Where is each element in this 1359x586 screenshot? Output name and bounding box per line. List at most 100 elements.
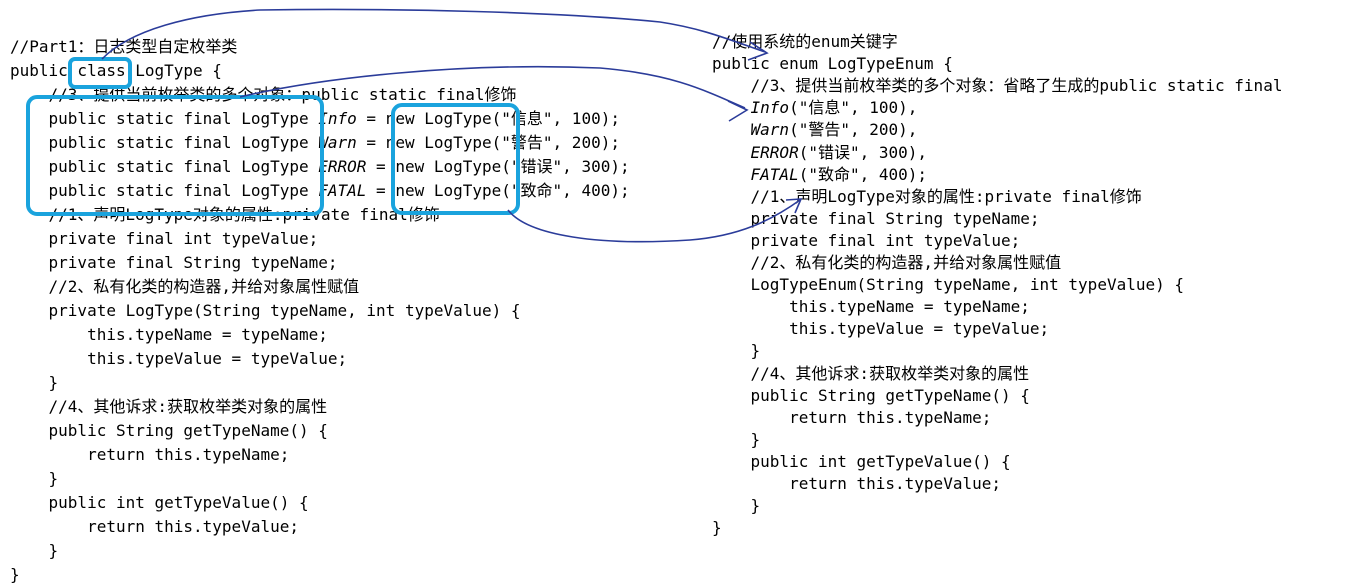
left-code-line: //1、声明LogType对象的属性:private final修饰	[10, 204, 440, 226]
left-code-line: public String getTypeName() {	[10, 420, 328, 442]
right-code-line: }	[712, 340, 761, 362]
code-text: ("警告", 200),	[789, 120, 918, 140]
left-code-line: private LogType(String typeName, int typ…	[10, 300, 521, 322]
right-code-line: //3、提供当前枚举类的多个对象：省略了生成的public static fin…	[712, 75, 1283, 97]
right-code-line: private final String typeName;	[712, 208, 1040, 230]
code-text: = new LogType("错误", 300);	[366, 157, 630, 176]
code-text: this.typeValue = typeValue;	[10, 349, 348, 368]
code-text: }	[10, 565, 20, 584]
code-text: //1、声明LogType对象的属性:private final修饰	[10, 205, 440, 224]
code-text: public static final LogType	[10, 133, 319, 152]
left-code-line: //3、提供当前枚举类的多个对象：public static final修饰	[10, 84, 517, 106]
constant-name: FATAL	[318, 181, 367, 200]
right-code-line: public int getTypeValue() {	[712, 451, 1011, 473]
code-text: return this.typeValue;	[712, 474, 1001, 493]
code-text: = new LogType("警告", 200);	[356, 133, 620, 152]
code-text: private final int typeValue;	[10, 229, 319, 248]
code-text: }	[712, 518, 722, 538]
right-code-line: }	[712, 429, 761, 451]
left-code-line: //4、其他诉求:获取枚举类对象的属性	[10, 396, 328, 418]
left-code-line: //Part1：日志类型自定枚举类	[10, 36, 237, 58]
left-code-line: //2、私有化类的构造器,并给对象属性赋值	[10, 276, 360, 298]
left-code-line: this.typeName = typeName;	[10, 324, 328, 346]
right-code-line: LogTypeEnum(String typeName, int typeVal…	[712, 274, 1184, 296]
right-code-line: this.typeName = typeName;	[712, 296, 1030, 318]
code-text: ("错误", 300),	[798, 142, 928, 162]
code-text: private final int typeValue;	[712, 230, 1021, 250]
constant-name: FATAL	[750, 164, 799, 184]
constant-name: ERROR	[318, 157, 367, 176]
right-code-line: return this.typeName;	[712, 407, 991, 429]
left-code-line: }	[10, 468, 59, 490]
code-text: //3、提供当前枚举类的多个对象：public static final修饰	[10, 85, 517, 104]
left-code-line: this.typeValue = typeValue;	[10, 348, 347, 370]
constant-name: Info	[318, 109, 357, 128]
code-text: private final String typeName;	[712, 208, 1040, 228]
code-text: //3、提供当前枚举类的多个对象：省略了生成的public static fin…	[712, 76, 1283, 96]
code-text: //4、其他诉求:获取枚举类对象的属性	[712, 363, 1030, 383]
code-text: //Part1：日志类型自定枚举类	[10, 37, 238, 56]
code-text: return this.typeName;	[712, 407, 992, 427]
code-text: LogTypeEnum(String typeName, int typeVal…	[712, 275, 1185, 295]
left-code-line: }	[10, 564, 20, 586]
right-code-line: //2、私有化类的构造器,并给对象属性赋值	[712, 252, 1062, 274]
code-text: public int getTypeValue() {	[712, 451, 1011, 471]
constant-name: Info	[750, 98, 790, 118]
code-text: public int getTypeValue() {	[10, 493, 309, 512]
code-text: public String getTypeName() {	[712, 385, 1030, 405]
code-text: this.typeName = typeName;	[10, 325, 328, 344]
right-code-line: private final int typeValue;	[712, 230, 1021, 252]
code-text: ("致命", 400);	[798, 164, 928, 184]
code-text: private LogType(String typeName, int typ…	[10, 301, 521, 320]
code-text: public class LogType {	[10, 61, 222, 80]
left-code-line: public static final LogType ERROR = new …	[10, 156, 630, 178]
left-code-line: public static final LogType Warn = new L…	[10, 132, 620, 154]
right-code-line: public String getTypeName() {	[712, 385, 1030, 407]
code-text: }	[10, 373, 59, 392]
code-text: this.typeName = typeName;	[712, 297, 1030, 317]
left-code-line: private final int typeValue;	[10, 228, 319, 250]
code-text: return this.typeName;	[10, 445, 290, 464]
code-text: public static final LogType	[10, 181, 319, 200]
right-code-line: Warn("警告", 200),	[712, 119, 918, 141]
code-text: ("信息", 100),	[789, 98, 918, 118]
right-code-line: //使用系统的enum关键字	[712, 31, 898, 53]
constant-name: ERROR	[750, 142, 799, 162]
right-code-line: //1、声明LogType对象的属性:private final修饰	[712, 186, 1142, 208]
left-code-line: }	[10, 372, 59, 394]
left-code-line: public static final LogType Info = new L…	[10, 108, 620, 130]
code-text: private final String typeName;	[10, 253, 338, 272]
code-text: return this.typeValue;	[10, 517, 299, 536]
code-text: = new LogType("信息", 100);	[356, 109, 620, 128]
constant-name: Warn	[318, 133, 357, 152]
left-code-line: return this.typeName;	[10, 444, 289, 466]
code-text: }	[712, 496, 761, 516]
left-code-line: public int getTypeValue() {	[10, 492, 309, 514]
right-code-line: }	[712, 517, 722, 539]
right-code-line: ERROR("错误", 300),	[712, 142, 928, 164]
code-text: public String getTypeName() {	[10, 421, 328, 440]
code-text: public enum LogTypeEnum {	[712, 54, 953, 74]
code-text: //1、声明LogType对象的属性:private final修饰	[712, 186, 1142, 206]
code-text: }	[10, 541, 59, 560]
code-text: = new LogType("致命", 400);	[366, 181, 630, 200]
left-code-line: public class LogType {	[10, 60, 222, 82]
code-text: public static final LogType	[10, 109, 319, 128]
code-text: //4、其他诉求:获取枚举类对象的属性	[10, 397, 328, 416]
constant-name: Warn	[750, 120, 790, 140]
code-text: //2、私有化类的构造器,并给对象属性赋值	[712, 253, 1062, 272]
left-code-line: private final String typeName;	[10, 252, 338, 274]
code-text: }	[712, 341, 761, 361]
code-text: }	[10, 469, 59, 488]
right-code-line: this.typeValue = typeValue;	[712, 318, 1049, 340]
right-code-line: FATAL("致命", 400);	[712, 164, 928, 186]
code-text: this.typeValue = typeValue;	[712, 319, 1050, 339]
left-code-line: public static final LogType FATAL = new …	[10, 180, 630, 202]
right-code-line: public enum LogTypeEnum {	[712, 53, 953, 75]
left-code-line: return this.typeValue;	[10, 516, 299, 538]
left-code-line: }	[10, 540, 59, 562]
